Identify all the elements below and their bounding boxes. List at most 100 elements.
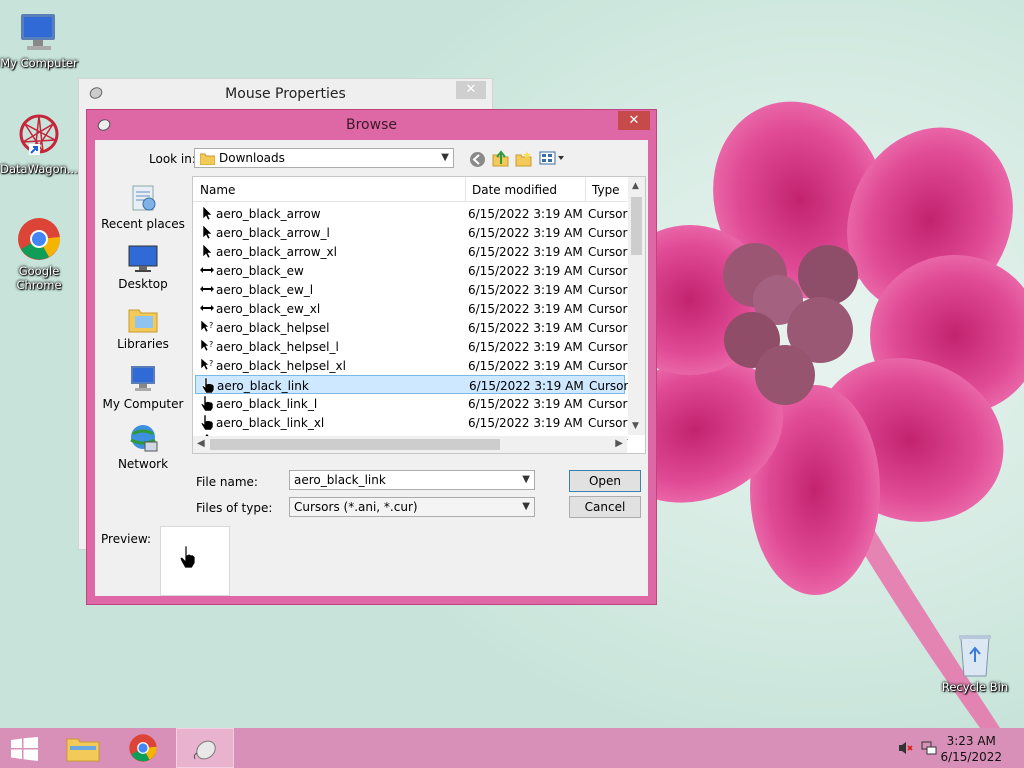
file-row[interactable]: aero_black_ew_xl 6/15/2022 3:19 AM Cursor <box>195 299 628 318</box>
scroll-down-icon[interactable]: ▼ <box>632 421 639 431</box>
place-desktop[interactable]: Desktop <box>100 244 186 291</box>
file-row[interactable]: aero_black_ew 6/15/2022 3:19 AM Cursor <box>195 261 628 280</box>
place-recent-places[interactable]: Recent places <box>100 182 186 231</box>
file-name: aero_black_link <box>217 379 309 393</box>
file-type: Cursor <box>588 397 628 411</box>
preview-label: Preview: <box>101 532 152 546</box>
hand-cursor-icon <box>200 395 214 411</box>
place-my-computer[interactable]: My Computer <box>100 364 186 411</box>
file-type: Cursor <box>588 340 628 354</box>
my-computer-icon <box>131 366 155 391</box>
back-icon[interactable] <box>469 151 486 168</box>
vertical-scrollbar[interactable]: ▲ ▼ <box>628 177 645 435</box>
file-name: aero_black_link_xl <box>216 416 325 430</box>
arrow-cursor-icon <box>202 243 213 259</box>
horizontal-scrollbar[interactable]: ◀ ▶ <box>193 436 627 453</box>
svg-text:?: ? <box>209 321 213 330</box>
file-date: 6/15/2022 3:19 AM <box>468 207 583 221</box>
taskbar: 3:23 AM 6/15/2022 <box>0 728 1024 768</box>
helpsel-cursor-icon: ? <box>200 319 213 333</box>
file-date: 6/15/2022 3:19 AM <box>468 226 583 240</box>
start-button[interactable] <box>0 728 56 768</box>
file-date: 6/15/2022 3:19 AM <box>468 397 583 411</box>
ew-cursor-icon <box>200 305 214 311</box>
file-name: aero_black_helpsel_l <box>216 340 339 354</box>
file-type: Cursor <box>588 416 628 430</box>
column-header-type[interactable]: Type <box>592 183 620 197</box>
desktop-icon-chrome[interactable]: Google Chrome <box>0 216 78 292</box>
place-libraries[interactable]: Libraries <box>100 304 186 351</box>
column-header-date[interactable]: Date modified <box>472 183 557 197</box>
file-date: 6/15/2022 3:19 AM <box>468 416 583 430</box>
place-label: Desktop <box>118 277 168 291</box>
file-row[interactable]: aero_black_link_xl 6/15/2022 3:19 AM Curso… <box>195 413 628 432</box>
new-folder-icon[interactable] <box>515 150 532 167</box>
file-type: Cursor <box>588 302 628 316</box>
file-type: Cursor <box>588 226 628 240</box>
column-header-name[interactable]: Name <box>200 183 235 197</box>
file-row[interactable]: aero_black_arrow 6/15/2022 3:19 AM Cursor <box>195 204 628 223</box>
look-in-dropdown[interactable]: Downloads ▼ <box>194 148 454 168</box>
file-type-dropdown[interactable]: Cursors (*.ani, *.cur) ▼ <box>289 497 535 517</box>
desktop-icon-label: DataWagon... <box>0 162 78 176</box>
desktop-icon-recycle-bin[interactable]: Recycle Bin <box>936 632 1014 694</box>
up-folder-icon[interactable] <box>492 150 509 167</box>
place-network[interactable]: Network <box>100 424 186 471</box>
arrow-cursor-icon <box>202 224 213 240</box>
file-type: Cursor <box>588 359 628 373</box>
file-row[interactable]: ? aero_black_helpsel 6/15/2022 3:19 AM Curs… <box>195 318 628 337</box>
taskbar-file-explorer[interactable] <box>56 728 112 768</box>
file-row[interactable]: ? aero_black_helpsel_xl 6/15/2022 3:19 AM C… <box>195 356 628 375</box>
chevron-down-icon: ▼ <box>441 152 449 163</box>
places-bar: Recent places Desktop Libraries My Compu… <box>100 158 186 471</box>
column-divider[interactable] <box>585 177 586 201</box>
speaker-muted-icon[interactable] <box>898 741 914 755</box>
place-label: My Computer <box>102 397 184 411</box>
browse-dialog: Browse ✕ Look in: Downloads ▼ Recent pla… <box>86 109 657 605</box>
file-name: aero_black_helpsel_xl <box>216 359 346 373</box>
column-divider[interactable] <box>465 177 466 201</box>
scroll-up-icon[interactable]: ▲ <box>632 181 639 191</box>
file-row[interactable]: aero_black_arrow_l 6/15/2022 3:19 AM Curso… <box>195 223 628 242</box>
file-type: Cursor <box>588 207 628 221</box>
file-type-label: Files of type: <box>196 501 273 515</box>
close-button[interactable]: ✕ <box>456 81 486 99</box>
file-name-field[interactable]: aero_black_link ▼ <box>289 470 535 490</box>
file-name: aero_black_ew_l <box>216 283 314 297</box>
mouse-properties-titlebar[interactable]: Mouse Properties ✕ <box>79 79 492 109</box>
horizontal-scroll-thumb[interactable] <box>210 439 500 450</box>
hand-cursor-icon <box>179 545 196 569</box>
network-status-icon[interactable] <box>921 740 937 756</box>
clock[interactable]: 3:23 AM 6/15/2022 <box>940 733 1002 765</box>
file-type: Cursor <box>588 321 628 335</box>
file-row[interactable]: aero_black_arrow_xl 6/15/2022 3:19 AM Curs… <box>195 242 627 261</box>
file-row[interactable]: aero_black_link 6/15/2022 3:19 AM Cursor <box>195 375 628 394</box>
desktop-icon-datawagon[interactable]: DataWagon... <box>0 112 78 176</box>
view-menu-icon[interactable] <box>539 151 565 165</box>
close-button[interactable]: ✕ <box>618 111 650 130</box>
scroll-left-icon[interactable]: ◀ <box>197 438 205 449</box>
file-row[interactable]: ? aero_black_helpsel_l 6/15/2022 3:19 AM Cu… <box>195 337 628 356</box>
file-row[interactable]: aero_black_ew_l 6/15/2022 3:19 AM Cursor <box>195 280 627 299</box>
chrome-icon <box>129 734 157 762</box>
clock-time: 3:23 AM <box>946 734 996 748</box>
file-type: Cursor <box>588 264 628 278</box>
taskbar-chrome[interactable] <box>116 728 172 768</box>
chevron-down-icon[interactable]: ▼ <box>522 471 530 489</box>
cancel-button[interactable]: Cancel <box>569 496 641 518</box>
open-button[interactable]: Open <box>569 470 641 492</box>
file-date: 6/15/2022 3:19 AM <box>468 245 583 259</box>
desktop-icon-my-computer[interactable]: My Computer <box>0 10 78 70</box>
vertical-scroll-thumb[interactable] <box>631 197 642 255</box>
file-date: 6/15/2022 3:19 AM <box>468 283 583 297</box>
helpsel-cursor-icon: ? <box>200 338 213 352</box>
place-label: Network <box>117 457 169 471</box>
datawagon-icon <box>19 114 59 155</box>
scroll-right-icon[interactable]: ▶ <box>615 438 623 449</box>
svg-text:?: ? <box>209 359 213 368</box>
file-row[interactable]: aero_black_link_l 6/15/2022 3:19 AM Cursor <box>195 394 628 413</box>
browse-titlebar[interactable]: Browse ✕ <box>87 110 656 138</box>
dialog-title: Browse <box>346 117 397 133</box>
taskbar-mouse-properties[interactable] <box>176 728 234 768</box>
desktop-icon <box>128 245 158 272</box>
